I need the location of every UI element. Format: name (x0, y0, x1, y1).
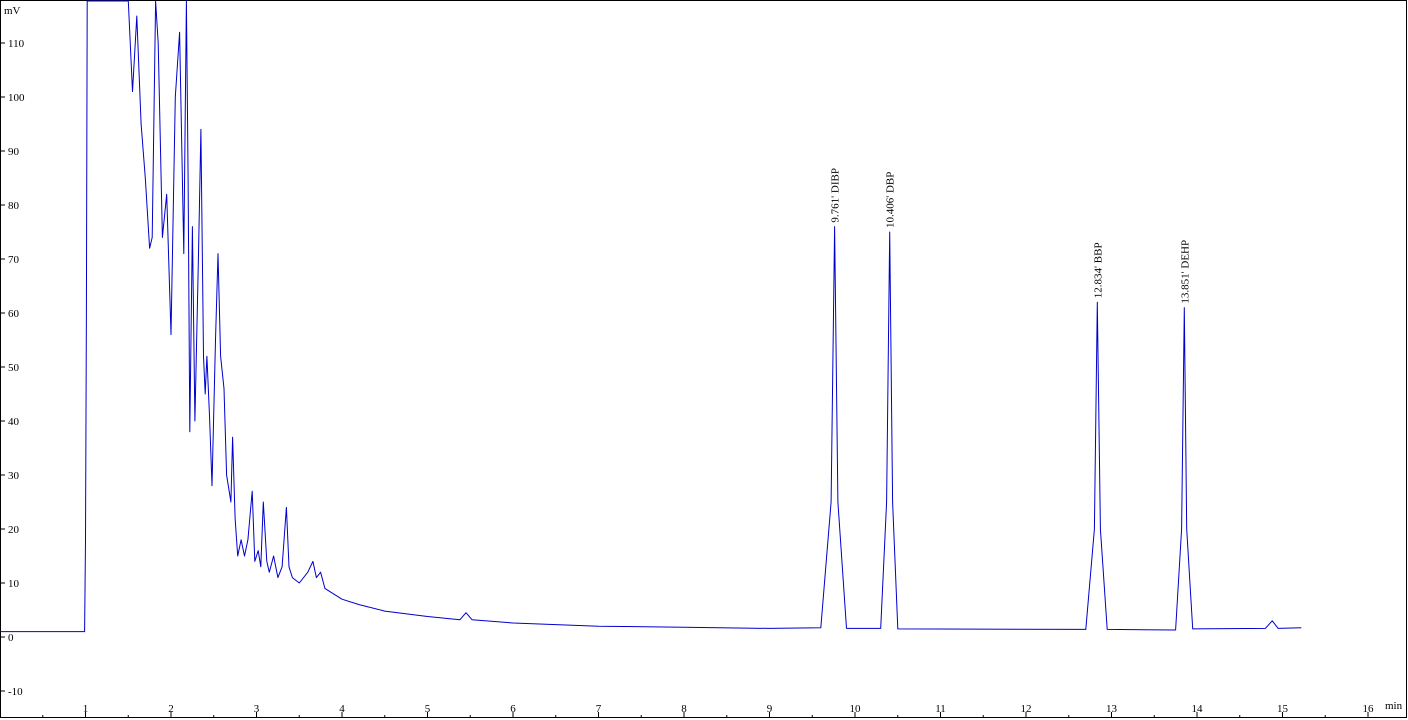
y-tick-label: 110 (8, 38, 25, 50)
y-tick-label: 30 (8, 470, 20, 482)
y-tick-label: 100 (8, 92, 25, 104)
peak-label-layer: 9.761' DIBP 10.406' DBP 12.834' BBP 13.851'… (830, 168, 1192, 304)
trace-layer (0, 0, 1302, 633)
y-axis-unit-label: mV (4, 5, 21, 17)
y-tick-label: 50 (8, 362, 20, 374)
x-tick-label: 10 (850, 703, 862, 715)
y-tick-label: 20 (8, 524, 20, 536)
y-tick-label: -10 (8, 686, 23, 698)
chromatogram-chart: -100102030405060708090100110 1 2 3 4 5 6 7 8 9 10… (0, 0, 1407, 718)
x-axis: 1 2 3 4 5 6 7 8 9 10 11 12 13 14 15 16 (42, 703, 1375, 718)
y-tick-label: 60 (8, 308, 20, 320)
y-tick-label: 70 (8, 254, 20, 266)
x-tick-label: 9 (767, 703, 773, 715)
x-tick-label: 14 (1192, 703, 1204, 715)
x-tick-label: 6 (510, 703, 516, 715)
x-tick-label: 8 (681, 703, 687, 715)
x-tick-label: 15 (1277, 703, 1289, 715)
chart-frame (0, 0, 1407, 718)
x-tick-label: 2 (168, 703, 174, 715)
x-tick-label: 1 (83, 703, 89, 715)
x-tick-label: 4 (339, 703, 345, 715)
x-tick-label: 5 (425, 703, 431, 715)
x-axis-unit-label: min (1385, 700, 1403, 712)
x-tick-label: 7 (596, 703, 602, 715)
y-tick-label: 0 (8, 632, 14, 644)
x-tick-label: 11 (935, 703, 946, 715)
y-axis: -10 0 10 20 30 40 50 60 70 80 90 100 110 (0, 38, 25, 698)
y-tick-label: 80 (8, 200, 20, 212)
y-tick-label: 10 (8, 578, 20, 590)
plot-border (0, 0, 1407, 718)
peak-label: 10.406' DBP (885, 172, 897, 228)
x-tick-label: 16 (1363, 703, 1375, 715)
y-tick-label: 40 (8, 416, 20, 428)
chromatogram-trace (0, 0, 1302, 633)
y-tick-label: 90 (8, 146, 20, 158)
peak-label: 9.761' DIBP (830, 168, 842, 223)
x-tick-label: 13 (1106, 703, 1118, 715)
x-tick-label: 12 (1021, 703, 1032, 715)
peak-label: 12.834' BBP (1092, 242, 1104, 298)
peak-label: 13.851' DEHP (1179, 240, 1191, 304)
x-tick-label: 3 (254, 703, 260, 715)
